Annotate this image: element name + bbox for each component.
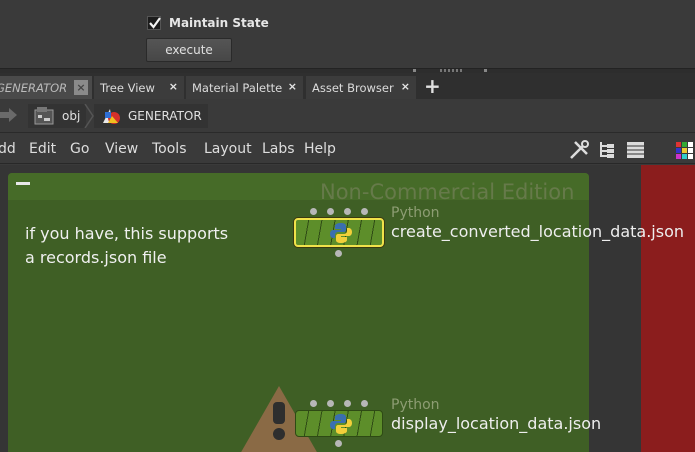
input-connector[interactable] — [344, 400, 351, 407]
tab-close-icon[interactable]: × — [74, 80, 88, 95]
note-line: a records.json file — [25, 248, 167, 267]
menu-view[interactable]: View — [105, 141, 138, 157]
node-type-label: Python — [391, 205, 440, 221]
menu-labs[interactable]: Labs — [262, 141, 295, 157]
add-tab-button[interactable]: + — [424, 74, 441, 98]
menu-edit[interactable]: Edit — [29, 141, 56, 157]
breadcrumb-separator-icon — [84, 104, 94, 128]
tab-tree-view[interactable]: Tree View × — [94, 76, 184, 99]
input-connector[interactable] — [361, 400, 368, 407]
breadcrumb-label: obj — [62, 109, 81, 123]
menu-add[interactable]: dd — [0, 141, 16, 157]
maintain-state-row[interactable]: Maintain State — [147, 16, 269, 30]
python-node-create-converted[interactable] — [294, 218, 384, 247]
note-line: if you have, this supports — [25, 224, 229, 243]
maintain-state-label: Maintain State — [169, 16, 269, 30]
divider-grip[interactable] — [440, 69, 464, 72]
python-logo-icon — [330, 414, 352, 434]
divider-dot — [413, 69, 416, 72]
divider-dot — [484, 69, 487, 72]
checkmark-icon — [149, 17, 161, 29]
input-connector[interactable] — [327, 400, 334, 407]
input-connector[interactable] — [327, 208, 334, 215]
menu-go[interactable]: Go — [70, 141, 89, 157]
tab-close-icon[interactable]: × — [401, 80, 410, 93]
node-name-label[interactable]: create_converted_location_data.json — [391, 222, 684, 241]
output-connector[interactable] — [335, 440, 342, 447]
pane-tab-bar: GENERATOR × Tree View × Material Palette… — [0, 73, 695, 99]
geometry-node-icon — [103, 109, 120, 124]
color-palette-icon[interactable] — [674, 140, 695, 160]
tab-close-icon[interactable]: × — [169, 80, 178, 93]
node-name-label[interactable]: display_location_data.json — [391, 414, 601, 433]
side-strip — [641, 165, 695, 452]
sticky-note[interactable]: if you have, this supports a records.jso… — [25, 222, 255, 270]
tab-material-palette[interactable]: Material Palette × — [186, 76, 303, 99]
execute-button[interactable]: execute — [146, 38, 232, 62]
watermark: Non-Commercial Edition — [320, 180, 575, 204]
tools-icon[interactable] — [569, 140, 591, 160]
breadcrumb-obj[interactable]: obj — [28, 104, 87, 128]
forward-arrow-icon[interactable] — [0, 107, 18, 123]
maintain-state-checkbox[interactable] — [147, 16, 161, 30]
tab-close-icon[interactable]: × — [288, 80, 297, 93]
tab-label: Material Palette — [192, 80, 283, 95]
tab-label: Asset Browser — [312, 80, 394, 95]
python-node-display[interactable] — [295, 410, 383, 437]
collapse-box-icon[interactable] — [16, 182, 30, 185]
tab-label: GENERATOR — [0, 80, 68, 95]
network-menu-bar: dd Edit Go View Tools Layout Labs Help — [0, 134, 695, 164]
menu-layout[interactable]: Layout — [204, 141, 252, 157]
tree-layout-icon[interactable] — [598, 140, 616, 160]
breadcrumb-label: GENERATOR — [128, 109, 202, 123]
breadcrumb-generator[interactable]: GENERATOR — [94, 104, 208, 128]
tab-label: Tree View — [100, 80, 155, 95]
input-connector[interactable] — [310, 400, 317, 407]
list-view-icon[interactable] — [626, 140, 646, 160]
menu-tools[interactable]: Tools — [152, 141, 187, 157]
path-bar: obj GENERATOR — [0, 99, 695, 133]
input-connector[interactable] — [310, 208, 317, 215]
menu-help[interactable]: Help — [304, 141, 336, 157]
input-connector[interactable] — [361, 208, 368, 215]
output-connector[interactable] — [335, 250, 342, 257]
node-type-label: Python — [391, 397, 440, 413]
parameter-panel: Maintain State execute — [0, 0, 695, 68]
python-logo-icon — [330, 223, 352, 243]
tab-generator[interactable]: GENERATOR × — [0, 76, 92, 99]
input-connector[interactable] — [344, 208, 351, 215]
tab-asset-browser[interactable]: Asset Browser × — [306, 76, 416, 99]
object-network-icon — [34, 107, 54, 125]
